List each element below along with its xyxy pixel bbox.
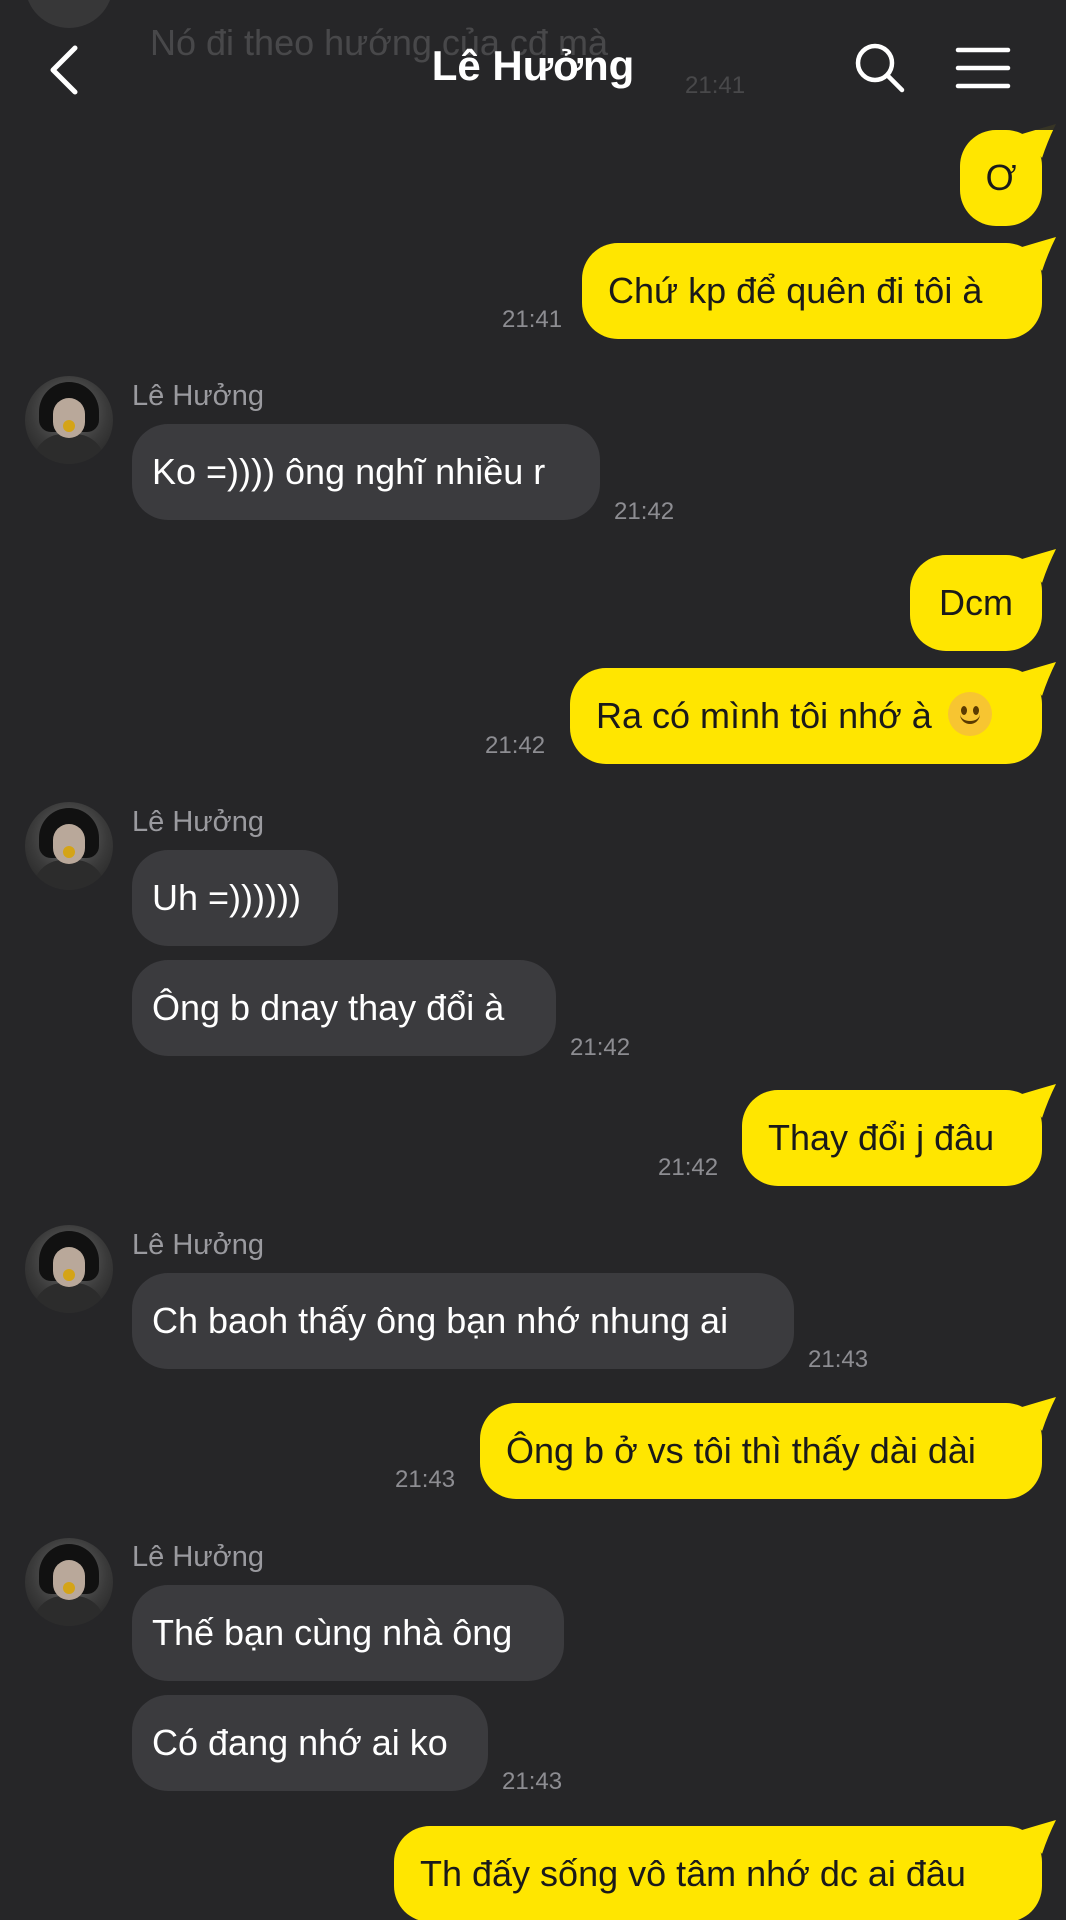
bubble-tail <box>1022 662 1056 696</box>
incoming-message[interactable]: Có đang nhớ ai ko <box>132 1695 488 1791</box>
message-text: Th đấy sống vô tâm nhớ dc ai đâu <box>420 1853 966 1894</box>
sender-name: Lê Hưởng <box>132 806 264 838</box>
message-text: Chứ kp để quên đi tôi à <box>608 270 983 311</box>
message-text: Uh =)))))) <box>152 877 301 918</box>
message-text: Ơ <box>985 157 1017 198</box>
avatar[interactable] <box>25 1225 113 1313</box>
sender-name: Lê Hưởng <box>132 380 264 412</box>
incoming-message[interactable]: Thế bạn cùng nhà ông <box>132 1585 564 1681</box>
message-time: 21:42 <box>485 732 546 759</box>
bubble-tail <box>1022 549 1056 583</box>
message-text: Ra có mình tôi nhớ à <box>596 695 932 736</box>
message-time: 21:42 <box>614 498 675 525</box>
avatar[interactable] <box>25 1538 113 1626</box>
outgoing-message[interactable]: Ơ <box>960 124 1056 226</box>
incoming-message[interactable]: Ông b dnay thay đổi à <box>132 960 556 1056</box>
message-time: 21:41 <box>502 306 563 333</box>
avatar[interactable] <box>25 802 113 890</box>
smiling-face-emoji-icon <box>947 692 992 736</box>
bubble-tail <box>1022 1397 1056 1431</box>
message-time: 21:42 <box>570 1034 631 1061</box>
message-text: Ch baoh thấy ông bạn nhớ nhung ai <box>152 1300 729 1341</box>
message-text: Thay đổi j đâu <box>768 1117 995 1158</box>
message-text: Ko =)))) ông nghĩ nhiều r <box>152 451 546 492</box>
outgoing-message[interactable]: Ra có mình tôi nhớ à <box>570 662 1056 764</box>
message-text: Ông b dnay thay đổi à <box>152 987 505 1028</box>
incoming-message[interactable]: Uh =)))))) <box>132 850 338 946</box>
search-icon[interactable] <box>852 40 908 96</box>
message-time: 21:43 <box>502 1768 563 1795</box>
incoming-message[interactable]: Ch baoh thấy ông bạn nhớ nhung ai <box>132 1273 794 1369</box>
outgoing-message[interactable]: Dcm <box>910 549 1056 651</box>
scrolled-avatar <box>25 0 113 28</box>
outgoing-message[interactable]: Th đấy sống vô tâm nhớ dc ai đâu <box>394 1820 1056 1920</box>
avatar[interactable] <box>25 376 113 464</box>
bubble-tail <box>1022 1820 1056 1854</box>
message-text: Ông b ở vs tôi thì thấy dài dài <box>506 1430 976 1471</box>
bubble-tail <box>1022 1084 1056 1118</box>
menu-icon[interactable] <box>955 44 1011 92</box>
message-text: Có đang nhớ ai ko <box>152 1722 448 1763</box>
chat-header: Nó đi theo hướng của cđ mà 21:41 Lê Hưởn… <box>0 0 1066 130</box>
sender-name: Lê Hưởng <box>132 1229 264 1261</box>
outgoing-message[interactable]: Thay đổi j đâu <box>742 1084 1056 1186</box>
message-text: Dcm <box>939 582 1013 623</box>
outgoing-message[interactable]: Ông b ở vs tôi thì thấy dài dài <box>480 1397 1056 1499</box>
outgoing-message[interactable]: Chứ kp để quên đi tôi à <box>582 237 1056 339</box>
message-time: 21:43 <box>808 1346 869 1373</box>
sender-name: Lê Hưởng <box>132 1541 264 1573</box>
incoming-message[interactable]: Ko =)))) ông nghĩ nhiều r <box>132 424 600 520</box>
bubble-tail <box>1022 237 1056 271</box>
message-time: 21:43 <box>395 1466 456 1493</box>
message-time: 21:42 <box>658 1154 719 1181</box>
message-text: Thế bạn cùng nhà ông <box>152 1612 513 1653</box>
